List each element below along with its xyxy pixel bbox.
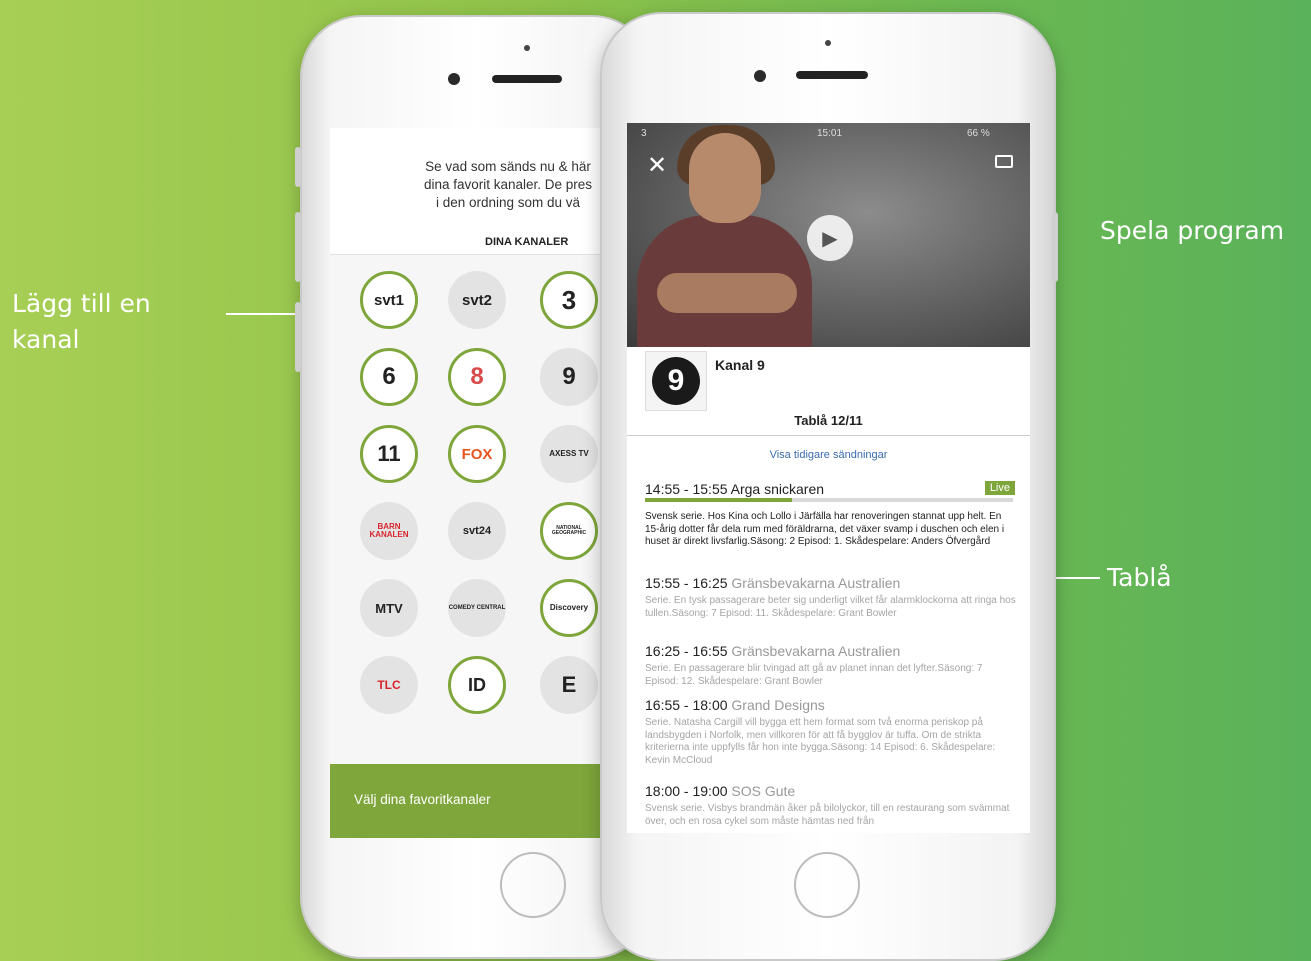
live-badge: Live bbox=[984, 481, 1015, 495]
channel-svt2[interactable]: svt2 bbox=[448, 271, 506, 329]
favorite-channels-label: Välj dina favoritkanaler bbox=[354, 792, 491, 807]
program-item[interactable]: 14:55 - 15:55 Arga snickaren Live Svensk s… bbox=[645, 481, 1017, 549]
program-description: Svensk serie. Visbys brandmän åker på bi… bbox=[645, 803, 1010, 827]
play-icon[interactable]: ▶ bbox=[807, 215, 853, 261]
front-camera bbox=[448, 73, 460, 85]
proximity-sensor-right bbox=[825, 40, 831, 46]
close-icon[interactable]: ✕ bbox=[647, 151, 667, 180]
program-time: 15:55 - 16:25 bbox=[645, 575, 732, 591]
earpiece-speaker bbox=[492, 75, 562, 83]
person-head bbox=[689, 133, 761, 223]
program-description: Serie. En passagerare blir tvingad att g… bbox=[645, 663, 983, 687]
channel-svt1[interactable]: svt1 bbox=[360, 271, 418, 329]
live-progress-bar bbox=[645, 498, 1013, 502]
kanal9-logo-icon: 9 bbox=[652, 357, 700, 405]
channel-e[interactable]: E bbox=[540, 656, 598, 714]
program-hero-image: 3 15:01 66 % ✕ ▶ bbox=[627, 123, 1030, 350]
channel-3[interactable]: 3 bbox=[540, 271, 598, 329]
power-button bbox=[1052, 212, 1058, 282]
channel-barn-kanalen[interactable]: BARN KANALEN bbox=[360, 502, 418, 560]
program-time-title: 16:25 - 16:55 Gränsbevakarna Australien bbox=[645, 643, 1017, 659]
channel-logo: 9 bbox=[645, 351, 707, 411]
program-item[interactable]: 16:55 - 18:00 Grand Designs Serie. Natash… bbox=[645, 697, 1017, 767]
program-time: 14:55 - 15:55 bbox=[645, 481, 731, 497]
status-time: 15:01 bbox=[817, 128, 843, 139]
show-earlier-link[interactable]: Visa tidigare sändningar bbox=[627, 449, 1030, 461]
home-button-right[interactable] bbox=[794, 852, 860, 918]
volume-down-button bbox=[295, 302, 301, 372]
channel-national-geographic[interactable]: NATIONAL GEOGRAPHIC bbox=[540, 502, 598, 560]
program-item[interactable]: 18:00 - 19:00 SOS Gute Svensk serie. Visb… bbox=[645, 783, 1017, 828]
schedule-title: Tablå 12/11 bbox=[794, 413, 863, 428]
volume-up-button bbox=[295, 212, 301, 282]
channel-header: 9 Kanal 9 Tablå 12/11 bbox=[627, 347, 1030, 436]
program-time-title: 18:00 - 19:00 SOS Gute bbox=[645, 783, 1017, 799]
program-title: Gränsbevakarna Australien bbox=[731, 643, 901, 659]
channel-id[interactable]: ID bbox=[448, 656, 506, 714]
channel-8[interactable]: 8 bbox=[448, 348, 506, 406]
program-description: Serie. En tysk passagerare beter sig und… bbox=[645, 595, 1016, 619]
status-battery: 66 % bbox=[967, 128, 990, 139]
channel-axess-tv[interactable]: AXESS TV bbox=[540, 425, 598, 483]
program-time-title: 16:55 - 18:00 Grand Designs bbox=[645, 697, 1017, 713]
channel-name: Kanal 9 bbox=[715, 357, 765, 373]
favorite-channels-bar[interactable]: Välj dina favoritkanaler bbox=[330, 764, 630, 838]
program-time: 16:25 - 16:55 bbox=[645, 643, 732, 659]
program-time-title: 15:55 - 16:25 Gränsbevakarna Australien bbox=[645, 575, 1017, 591]
status-carrier: 3 bbox=[641, 128, 647, 139]
program-time: 16:55 - 18:00 bbox=[645, 697, 732, 713]
right-screen: 3 15:01 66 % ✕ ▶ 9 Kanal 9 Tablå 12/11 V… bbox=[627, 123, 1030, 833]
program-item[interactable]: 16:25 - 16:55 Gränsbevakarna Australien S… bbox=[645, 643, 1017, 688]
callout-schedule: Tablå bbox=[1107, 563, 1172, 592]
front-camera-right bbox=[754, 70, 766, 82]
program-title: Grand Designs bbox=[731, 697, 825, 713]
callout-add-channel: Lägg till en kanal bbox=[12, 289, 151, 354]
mute-switch bbox=[295, 147, 301, 187]
intro-text: Se vad som sänds nu & här dina favorit k… bbox=[423, 159, 593, 210]
section-title: DINA KANALER bbox=[485, 236, 569, 248]
program-title: SOS Gute bbox=[731, 783, 796, 799]
person-arms bbox=[657, 273, 797, 313]
channel-tlc[interactable]: TLC bbox=[360, 656, 418, 714]
channel-mtv[interactable]: MTV bbox=[360, 579, 418, 637]
earpiece-speaker-right bbox=[796, 71, 868, 79]
cast-icon[interactable] bbox=[995, 155, 1013, 168]
program-description: Serie. Natasha Cargill vill bygga ett he… bbox=[645, 717, 996, 766]
channel-11[interactable]: 11 bbox=[360, 425, 418, 483]
channel-comedy-central[interactable]: COMEDY CENTRAL bbox=[448, 579, 506, 637]
program-time-title: 14:55 - 15:55 Arga snickaren bbox=[645, 481, 1017, 497]
left-screen: Se vad som sänds nu & här dina favorit k… bbox=[330, 128, 630, 838]
proximity-sensor bbox=[524, 45, 530, 51]
live-progress-fill bbox=[645, 498, 793, 502]
home-button[interactable] bbox=[500, 852, 566, 918]
program-item[interactable]: 15:55 - 16:25 Gränsbevakarna Australien S… bbox=[645, 575, 1017, 620]
channel-svt24[interactable]: svt24 bbox=[448, 502, 506, 560]
program-time: 18:00 - 19:00 bbox=[645, 783, 732, 799]
channel-9[interactable]: 9 bbox=[540, 348, 598, 406]
channel-fox[interactable]: FOX bbox=[448, 425, 506, 483]
channel-6[interactable]: 6 bbox=[360, 348, 418, 406]
program-title: Gränsbevakarna Australien bbox=[731, 575, 901, 591]
program-description: Svensk serie. Hos Kina och Lollo i Järfä… bbox=[645, 511, 1005, 547]
callout-play-program: Spela program bbox=[1100, 216, 1285, 245]
channel-discovery[interactable]: Discovery bbox=[540, 579, 598, 637]
program-title: Arga snickaren bbox=[730, 481, 825, 497]
